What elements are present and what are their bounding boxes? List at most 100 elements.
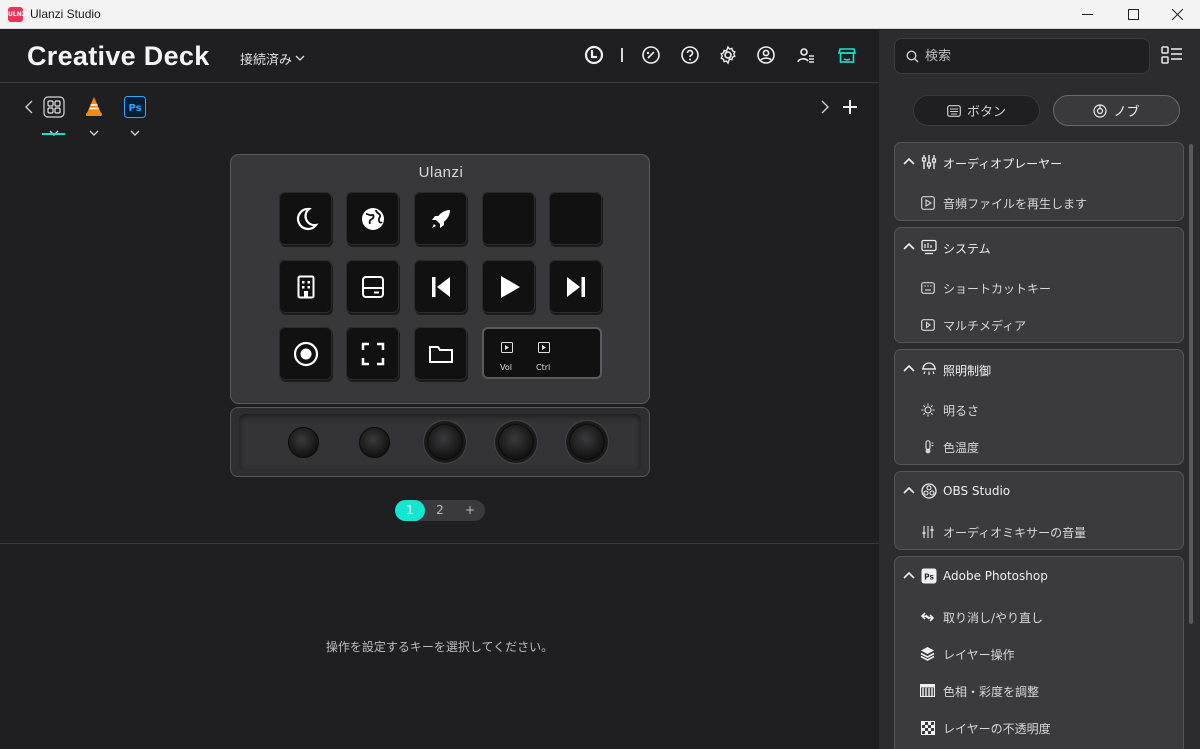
palette-icon[interactable] — [640, 44, 662, 66]
chevron-down-icon[interactable] — [129, 122, 141, 136]
page-1-button[interactable]: 1 — [395, 500, 425, 521]
store-icon[interactable] — [836, 44, 858, 66]
svg-text:Ps: Ps — [128, 103, 141, 114]
action-item[interactable]: 取り消し/やり直し — [895, 598, 1185, 635]
action-item[interactable]: レイヤーの不透明度 — [895, 709, 1185, 746]
add-page-button[interactable]: + — [455, 500, 485, 521]
key-building[interactable] — [279, 260, 332, 313]
scroll-left-icon[interactable] — [22, 95, 36, 119]
default-profile-tab[interactable] — [42, 95, 66, 119]
tab-buttons[interactable]: ボタン — [913, 95, 1040, 126]
tab-knobs-label: ノブ — [1113, 105, 1140, 120]
scroll-right-icon[interactable] — [818, 95, 832, 119]
key-window-panel[interactable] — [346, 260, 399, 313]
active-tab-indicator — [42, 133, 65, 135]
page-2-button[interactable]: 2 — [425, 500, 455, 521]
group-header[interactable]: 照明制御 — [895, 350, 1185, 388]
knob-5[interactable] — [569, 424, 605, 460]
globe-icon — [361, 207, 384, 230]
group-lighting: 照明制御 明るさ 色温度 — [894, 349, 1184, 465]
knob-2[interactable] — [359, 427, 390, 458]
window-titlebar: ULNZ Ulanzi Studio — [0, 0, 1200, 29]
group-header[interactable]: OBS Studio — [895, 472, 1185, 510]
header: Creative Deck 接続済み — [0, 30, 879, 83]
multimedia-icon — [920, 317, 935, 332]
gear-icon[interactable] — [717, 44, 739, 66]
ulanzi-logo-icon[interactable] — [583, 44, 605, 66]
group-title: 照明制御 — [943, 364, 992, 378]
obs-icon — [921, 483, 937, 499]
deck-title: Creative Deck — [27, 41, 210, 71]
vol-display-icon — [501, 342, 513, 353]
search-input[interactable] — [925, 47, 1125, 65]
action-item[interactable]: レイヤー操作 — [895, 635, 1185, 672]
key-rocket[interactable] — [414, 192, 467, 245]
sidebar-scrollbar[interactable] — [1189, 144, 1193, 624]
photoshop-profile-tab[interactable]: Ps — [123, 95, 147, 119]
key-fullscreen[interactable] — [346, 327, 399, 380]
action-item[interactable]: マルチメディア — [895, 306, 1185, 343]
list-view-icon[interactable] — [1161, 46, 1183, 68]
action-item[interactable]: 色温度 — [895, 428, 1185, 465]
chevron-down-icon[interactable] — [88, 122, 100, 136]
window-title: Ulanzi Studio — [30, 7, 101, 21]
key-knob-display[interactable]: Vol Ctrl — [482, 327, 602, 379]
action-label: 音頻ファイルを再生します — [943, 197, 1088, 211]
action-label: レイヤー操作 — [943, 648, 1015, 662]
action-item[interactable]: 色相・彩度を調整 — [895, 672, 1185, 709]
group-header[interactable]: オーディオプレーヤー — [895, 143, 1185, 181]
knob-4[interactable] — [498, 424, 534, 460]
group-header[interactable]: システム — [895, 228, 1185, 266]
action-item[interactable]: 音頻ファイルを再生します — [895, 184, 1185, 221]
ctrl-display-icon — [538, 342, 550, 353]
group-adobe-photoshop: Ps Adobe Photoshop 取り消し/やり直し レイヤー操作 色相・彩… — [894, 556, 1184, 749]
group-title: OBS Studio — [943, 484, 1011, 498]
equalizer-icon — [921, 154, 937, 170]
chevron-up-icon — [903, 364, 915, 372]
action-item[interactable]: ショートカットキー — [895, 269, 1185, 306]
action-label: マルチメディア — [943, 319, 1027, 333]
building-icon — [297, 275, 314, 298]
key-moon[interactable] — [279, 192, 332, 245]
knob-3[interactable] — [427, 424, 463, 460]
chevron-up-icon — [903, 157, 915, 165]
hue-saturation-icon — [920, 683, 935, 698]
action-sidebar: ボタン ノブ オーディオプレーヤー 音頻ファイルを再生します システム — [879, 30, 1200, 749]
action-label: オーディオミキサーの音量 — [943, 526, 1087, 540]
key-globe[interactable] — [346, 192, 399, 245]
help-icon[interactable] — [679, 44, 701, 66]
knob-1[interactable] — [288, 427, 319, 458]
group-audio-player: オーディオプレーヤー 音頻ファイルを再生します — [894, 142, 1184, 221]
key-play[interactable] — [482, 260, 535, 313]
play-icon — [500, 275, 520, 298]
folder-icon — [428, 345, 453, 363]
key-previous[interactable] — [414, 260, 467, 313]
maximize-button[interactable] — [1110, 0, 1156, 29]
brightness-icon — [920, 402, 935, 417]
key-empty[interactable] — [549, 192, 602, 245]
chevron-down-icon[interactable] — [48, 122, 60, 136]
user-manage-icon[interactable] — [795, 44, 817, 66]
vlc-profile-tab[interactable] — [82, 95, 106, 119]
minimize-button[interactable] — [1064, 0, 1110, 29]
deck-brand: Ulanzi — [418, 164, 464, 181]
tab-knobs[interactable]: ノブ — [1053, 95, 1180, 126]
key-folder[interactable] — [414, 327, 467, 380]
add-profile-button[interactable] — [838, 95, 862, 119]
key-next[interactable] — [549, 260, 602, 313]
key-empty[interactable] — [482, 192, 535, 245]
close-button[interactable] — [1154, 0, 1200, 29]
thermometer-icon — [920, 439, 935, 454]
chevron-down-icon — [295, 55, 305, 61]
connection-dropdown[interactable]: 接続済み — [240, 49, 305, 68]
search-icon — [906, 50, 919, 63]
chevron-up-icon — [903, 571, 915, 579]
key-record[interactable] — [279, 327, 332, 380]
account-icon[interactable] — [755, 44, 777, 66]
photoshop-icon: Ps — [921, 568, 937, 584]
chevron-up-icon — [903, 242, 915, 250]
group-header[interactable]: Ps Adobe Photoshop — [895, 557, 1185, 595]
action-item[interactable]: オーディオミキサーの音量 — [895, 513, 1185, 550]
layers-icon — [920, 646, 935, 661]
action-item[interactable]: 明るさ — [895, 391, 1185, 428]
